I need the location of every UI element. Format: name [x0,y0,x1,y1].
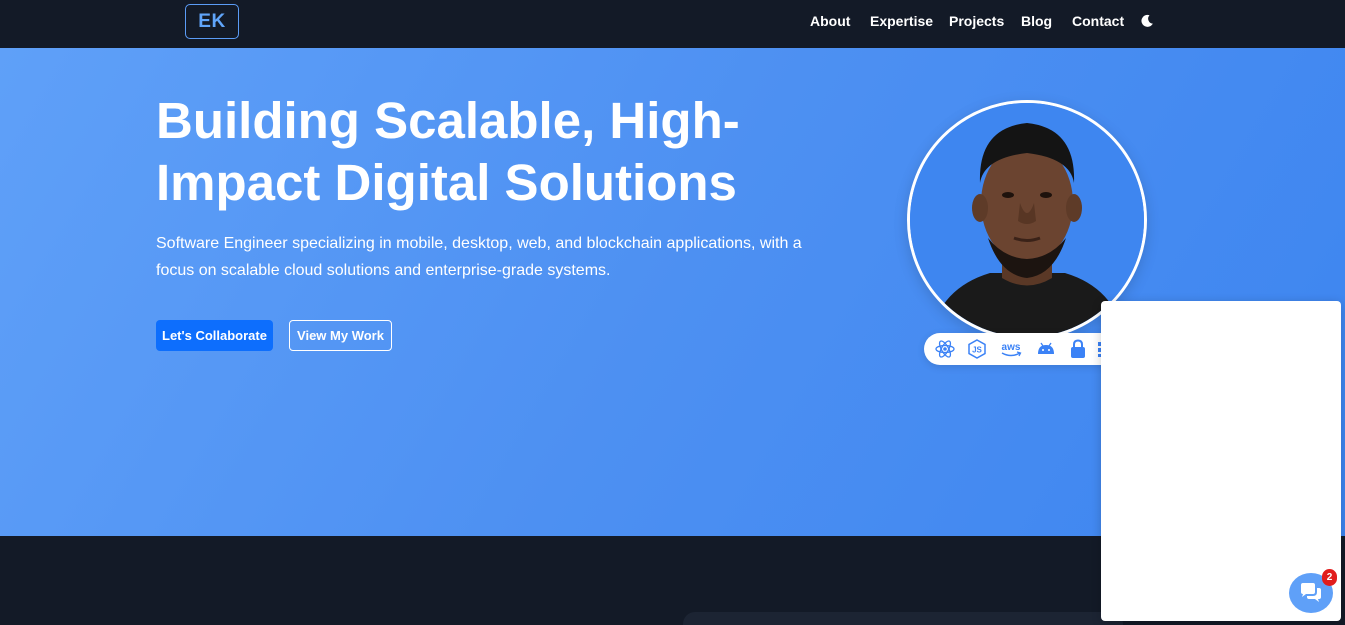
nav-link-contact[interactable]: Contact [1072,13,1124,29]
collaborate-button[interactable]: Let's Collaborate [156,320,273,351]
hero-title: Building Scalable, High-Impact Digital S… [156,92,740,211]
view-work-button[interactable]: View My Work [289,320,392,351]
svg-text:aws: aws [1002,342,1021,353]
theme-toggle-button[interactable] [1139,13,1155,29]
chat-bubbles-icon [1301,583,1321,602]
section-card-edge [683,612,1123,625]
react-icon [935,340,955,358]
hero-subtitle: Software Engineer specializing in mobile… [156,235,802,279]
moon-icon [1141,14,1153,27]
nodejs-icon: JS [968,339,986,359]
nav-link-blog[interactable]: Blog [1021,13,1052,29]
brand-logo[interactable]: EK [185,4,239,39]
tech-stack-strip: JS aws [924,333,1124,365]
nav-link-about[interactable]: About [810,13,850,29]
chat-notification-badge: 2 [1322,569,1337,586]
svg-text:JS: JS [972,346,982,355]
nav-link-expertise[interactable]: Expertise [870,13,933,29]
android-icon [1038,342,1054,354]
nav-link-projects[interactable]: Projects [949,13,1004,29]
aws-icon: aws [1002,342,1022,357]
navbar: EK About Expertise Projects Blog Contact [0,0,1345,48]
lock-icon [1071,339,1085,358]
